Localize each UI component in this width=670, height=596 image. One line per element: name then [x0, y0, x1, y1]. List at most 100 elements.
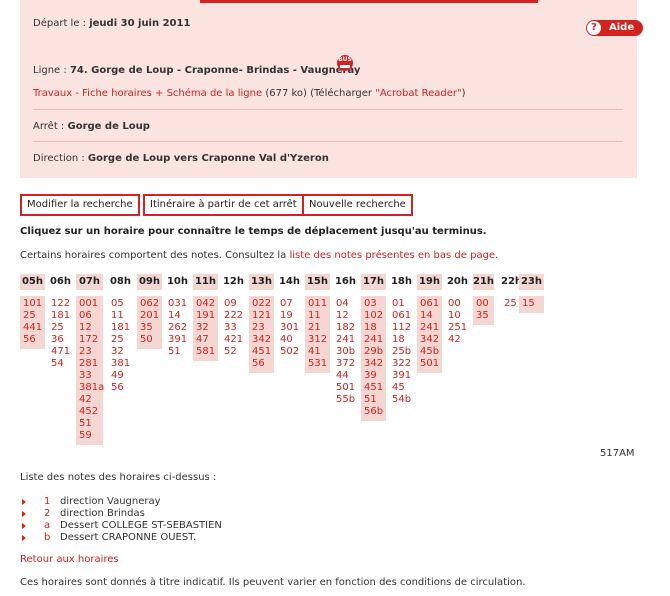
departure-time-link[interactable]: 102 [364, 310, 386, 322]
departure-time-link[interactable]: 42 [448, 334, 470, 346]
departure-time-link[interactable]: 181 [51, 310, 73, 322]
departure-time-link[interactable]: 18 [364, 322, 386, 334]
departure-time-link[interactable]: 36 [51, 334, 73, 346]
departure-time-link[interactable]: 581 [196, 346, 218, 358]
departure-time-link[interactable]: 121 [252, 310, 274, 322]
departure-time-link[interactable]: 23 [79, 346, 103, 358]
departure-time-link[interactable]: 04 [336, 298, 358, 310]
departure-time-link[interactable]: 18 [392, 334, 414, 346]
departure-time-link[interactable]: 42 [79, 394, 103, 406]
departure-time-link[interactable]: 00 [476, 298, 494, 310]
departure-time-link[interactable]: 501 [336, 382, 358, 394]
departure-time-link[interactable]: 45b [420, 346, 442, 358]
departure-time-link[interactable]: 381 [111, 358, 133, 370]
itinerary-from-stop-button[interactable]: Itinéraire à partir de cet arrêt [143, 194, 304, 216]
departure-time-link[interactable]: 05 [111, 298, 133, 310]
departure-time-link[interactable]: 441 [23, 322, 45, 334]
departure-time-link[interactable]: 07 [280, 298, 302, 310]
departure-time-link[interactable]: 51 [364, 394, 386, 406]
departure-time-link[interactable]: 391 [392, 370, 414, 382]
departure-time-link[interactable]: 301 [280, 322, 302, 334]
departure-time-link[interactable]: 35 [140, 322, 162, 334]
departure-time-link[interactable]: 182 [336, 322, 358, 334]
help-button[interactable]: ? Aide [586, 20, 643, 36]
departure-time-link[interactable]: 15 [522, 298, 544, 310]
new-search-button[interactable]: Nouvelle recherche [302, 194, 413, 216]
departure-time-link[interactable]: 061 [392, 310, 414, 322]
departure-time-link[interactable]: 41 [308, 346, 330, 358]
departure-time-link[interactable]: 32 [111, 346, 133, 358]
departure-time-link[interactable]: 011 [308, 298, 330, 310]
departure-time-link[interactable]: 33 [79, 370, 103, 382]
departure-time-link[interactable]: 101 [23, 298, 45, 310]
departure-time-link[interactable]: 042 [196, 298, 218, 310]
departure-time-link[interactable]: 33 [224, 322, 246, 334]
departure-time-link[interactable]: 062 [140, 298, 162, 310]
departure-time-link[interactable]: 241 [364, 334, 386, 346]
departure-time-link[interactable]: 122 [51, 298, 73, 310]
departure-time-link[interactable]: 201 [140, 310, 162, 322]
departure-time-link[interactable]: 51 [168, 346, 190, 358]
departure-time-link[interactable]: 23 [252, 322, 274, 334]
departure-time-link[interactable]: 47 [196, 334, 218, 346]
departure-time-link[interactable]: 031 [168, 298, 190, 310]
departure-time-link[interactable]: 19 [280, 310, 302, 322]
departure-time-link[interactable]: 14 [168, 310, 190, 322]
works-timetable-link[interactable]: Travaux - Fiche horaires + Schéma de la … [33, 88, 262, 99]
departure-time-link[interactable]: 35 [476, 310, 494, 322]
departure-time-link[interactable]: 40 [280, 334, 302, 346]
departure-time-link[interactable]: 372 [336, 358, 358, 370]
departure-time-link[interactable]: 51 [79, 418, 103, 430]
departure-time-link[interactable]: 452 [79, 406, 103, 418]
departure-time-link[interactable]: 11 [308, 310, 330, 322]
departure-time-link[interactable]: 45 [392, 382, 414, 394]
departure-time-link[interactable]: 001 [79, 298, 103, 310]
departure-time-link[interactable]: 312 [308, 334, 330, 346]
departure-time-link[interactable]: 222 [224, 310, 246, 322]
departure-time-link[interactable]: 25b [392, 346, 414, 358]
departure-time-link[interactable]: 56 [23, 334, 45, 346]
departure-time-link[interactable]: 502 [280, 346, 302, 358]
departure-time-link[interactable]: 322 [392, 358, 414, 370]
departure-time-link[interactable]: 09 [224, 298, 246, 310]
modify-search-button[interactable]: Modifier la recherche [20, 194, 140, 216]
departure-time-link[interactable]: 12 [336, 310, 358, 322]
departure-time-link[interactable]: 54 [51, 358, 73, 370]
departure-time-link[interactable]: 451 [252, 346, 274, 358]
departure-time-link[interactable]: 421 [224, 334, 246, 346]
departure-time-link[interactable]: 342 [252, 334, 274, 346]
departure-time-link[interactable]: 241 [336, 334, 358, 346]
departure-time-link[interactable]: 50 [140, 334, 162, 346]
departure-time-link[interactable]: 281 [79, 358, 103, 370]
departure-time-link[interactable]: 39 [364, 370, 386, 382]
departure-time-link[interactable]: 54b [392, 394, 414, 406]
notes-list-link[interactable]: liste des notes présentes en bas de page [290, 250, 496, 261]
departure-time-link[interactable]: 12 [79, 322, 103, 334]
departure-time-link[interactable]: 172 [79, 334, 103, 346]
departure-time-link[interactable]: 44 [336, 370, 358, 382]
departure-time-link[interactable]: 061 [420, 298, 442, 310]
departure-time-link[interactable]: 56 [111, 382, 133, 394]
departure-time-link[interactable]: 342 [420, 334, 442, 346]
departure-time-link[interactable]: 25 [23, 310, 45, 322]
back-to-timetable-link[interactable]: Retour aux horaires [20, 554, 119, 565]
departure-time-link[interactable]: 52 [224, 346, 246, 358]
departure-time-link[interactable]: 241 [420, 322, 442, 334]
departure-time-link[interactable]: 56 [252, 358, 274, 370]
departure-time-link[interactable]: 21 [308, 322, 330, 334]
departure-time-link[interactable]: 191 [196, 310, 218, 322]
departure-time-link[interactable]: 531 [308, 358, 330, 370]
departure-time-link[interactable]: 30b [336, 346, 358, 358]
departure-time-link[interactable]: 00 [448, 298, 470, 310]
departure-time-link[interactable]: 471 [51, 346, 73, 358]
departure-time-link[interactable]: 06 [79, 310, 103, 322]
departure-time-link[interactable]: 251 [448, 322, 470, 334]
departure-time-link[interactable]: 342 [364, 358, 386, 370]
departure-time-link[interactable]: 451 [364, 382, 386, 394]
departure-time-link[interactable]: 022 [252, 298, 274, 310]
departure-time-link[interactable]: 25 [111, 334, 133, 346]
departure-time-link[interactable]: 56b [364, 406, 386, 418]
acrobat-reader-link[interactable]: "Acrobat Reader" [375, 88, 461, 99]
departure-time-link[interactable]: 25 [504, 298, 518, 310]
departure-time-link[interactable]: 32 [196, 322, 218, 334]
